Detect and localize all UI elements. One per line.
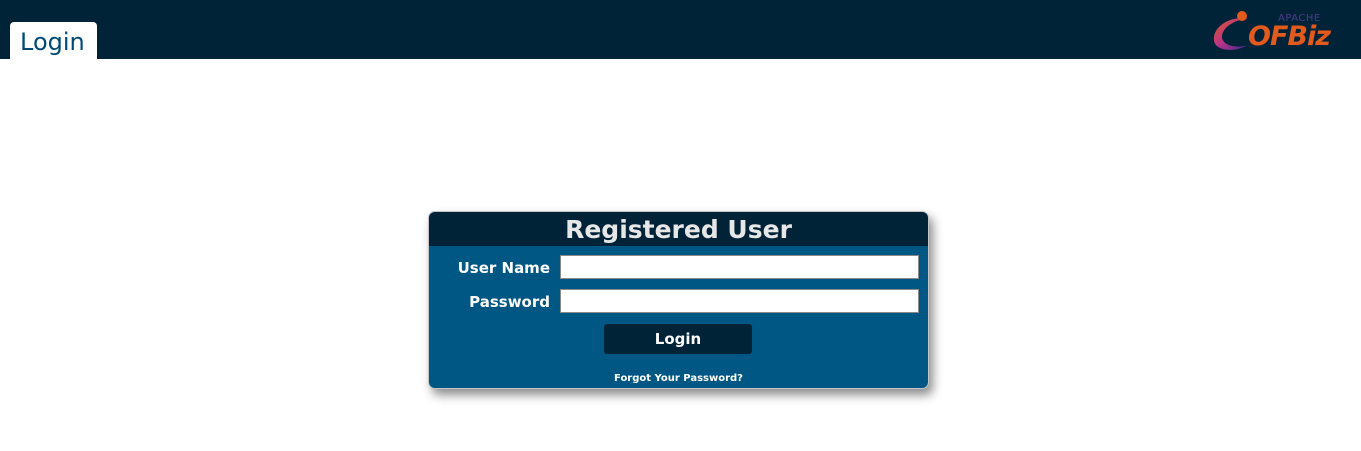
login-form: Registered User User Name Password Login… [428,211,929,389]
username-label: User Name [457,259,550,277]
password-label: Password [469,293,550,311]
username-input[interactable] [560,255,919,279]
login-button[interactable]: Login [604,324,752,354]
password-input[interactable] [560,289,919,313]
tab-login-label: Login [20,28,85,56]
logo-ofbiz-text: OFBiz [1248,21,1331,52]
header-bar: Login APACHE OFBiz [0,0,1361,59]
login-box-title: Registered User [429,212,928,246]
forgot-password-link[interactable]: Forgot Your Password? [429,373,928,384]
ofbiz-logo[interactable]: APACHE OFBiz [1208,9,1333,53]
tab-login[interactable]: Login [10,22,97,59]
